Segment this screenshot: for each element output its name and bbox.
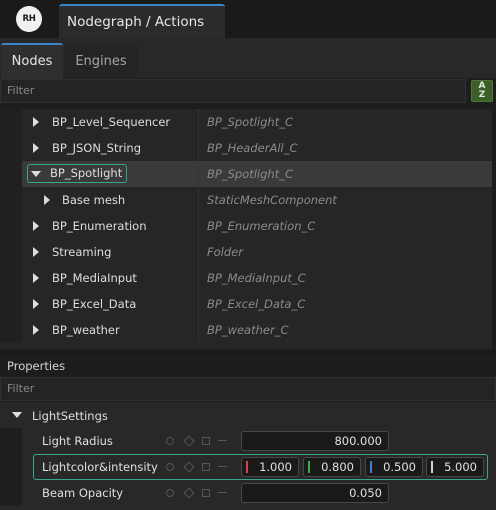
node-name: BP_Enumeration [52,219,147,233]
keyframe-icon[interactable] [183,487,195,499]
property-row-beam-opacity: Beam Opacity 0.050 [0,480,492,506]
link-icon[interactable] [166,489,174,497]
node-name: BP_Level_Sequencer [52,115,171,129]
node-type: BP_Enumeration_C [207,219,316,233]
expand-arrow-icon[interactable] [33,247,39,257]
app-logo: RH [16,6,42,32]
tree-row-bp-excel-data[interactable]: BP_Excel_Data BP_Excel_Data_C [0,291,492,317]
node-type: BP_Spotlight_C [207,167,293,181]
node-name: Base mesh [62,193,126,207]
green-channel-marker [308,461,310,473]
expand-arrow-icon[interactable] [33,221,39,231]
collapse-arrow-icon[interactable] [31,171,41,177]
tab-nodes[interactable]: Nodes [1,43,63,79]
window-tab-nodegraph-actions[interactable]: Nodegraph / Actions [59,4,225,38]
channel-value: 0.800 [321,460,354,474]
node-name-selected: BP_Spotlight [27,164,128,183]
node-name: BP_Excel_Data [52,297,137,311]
tab-engines[interactable]: Engines [64,45,138,79]
node-name: BP_weather [52,323,120,337]
red-channel-marker [246,461,248,473]
square-icon[interactable] [202,437,210,445]
blue-channel-marker [370,461,372,473]
expand-arrow-icon[interactable] [33,299,39,309]
link-icon[interactable] [166,463,174,471]
node-type: BP_Spotlight_C [207,115,293,129]
node-name: BP_JSON_String [52,141,141,155]
node-type: StaticMeshComponent [207,193,337,207]
sort-az-button[interactable]: A Z [471,80,493,102]
node-filter-input[interactable]: Filter [0,79,466,103]
tree-row-bp-mediainput[interactable]: BP_MediaInput BP_MediaInput_C [0,265,492,291]
properties-filter-input[interactable]: Filter [0,377,496,401]
tree-row-bp-enumeration[interactable]: BP_Enumeration BP_Enumeration_C [0,213,492,239]
link-icon[interactable] [166,437,174,445]
property-label: Beam Opacity [42,486,124,500]
channel-value: 5.000 [444,460,477,474]
tree-row-bp-json-string[interactable]: BP_JSON_String BP_HeaderAll_C [0,135,492,161]
tree-row-bp-level-sequencer[interactable]: BP_Level_Sequencer BP_Spotlight_C [0,109,492,135]
property-label: Lightcolor&intensity [42,460,158,474]
tree-scrollbar[interactable] [492,109,496,349]
node-name: BP_Spotlight [50,166,123,180]
node-type: BP_HeaderAll_C [207,141,298,155]
tree-row-base-mesh[interactable]: Base mesh StaticMeshComponent [0,187,492,213]
node-type: Folder [207,245,243,259]
light-radius-field[interactable]: 800.000 [241,431,389,451]
node-name: BP_MediaInput [52,271,137,285]
intensity-channel-marker [431,461,433,473]
beam-opacity-field[interactable]: 0.050 [241,483,389,503]
node-tree: BP_Level_Sequencer BP_Spotlight_C BP_JSO… [0,109,496,349]
color-b-field[interactable]: 0.500 [365,457,423,477]
reset-arrow-icon[interactable] [218,440,227,448]
square-icon[interactable] [202,463,210,471]
panel-splitter[interactable] [0,350,496,354]
tree-row-streaming[interactable]: Streaming Folder [0,239,492,265]
color-g-field[interactable]: 0.800 [303,457,361,477]
property-row-light-radius: Light Radius 800.000 [0,428,492,454]
color-r-field[interactable]: 1.000 [241,457,299,477]
group-label[interactable]: LightSettings [32,409,108,423]
reset-arrow-icon[interactable] [218,492,227,500]
intensity-field[interactable]: 5.000 [426,457,484,477]
expand-arrow-icon[interactable] [33,117,39,127]
node-name: Streaming [52,245,112,259]
expand-arrow-icon[interactable] [44,195,50,205]
tree-row-bp-weather[interactable]: BP_weather BP_weather_C [0,317,492,343]
property-label: Light Radius [42,434,113,448]
sort-az-icon: A Z [478,81,486,100]
node-type: BP_Excel_Data_C [207,297,306,311]
expand-arrow-icon[interactable] [33,325,39,335]
tree-row-bp-spotlight[interactable]: BP_Spotlight BP_Spotlight_C [0,161,492,187]
node-type: BP_MediaInput_C [207,271,306,285]
group-collapse-arrow-icon[interactable] [12,412,22,418]
node-type: BP_weather_C [207,323,289,337]
channel-value: 0.500 [383,460,416,474]
expand-arrow-icon[interactable] [33,143,39,153]
reset-arrow-icon[interactable] [218,466,227,474]
properties-title: Properties [7,359,66,373]
square-icon[interactable] [202,489,210,497]
channel-value: 1.000 [259,460,292,474]
keyframe-icon[interactable] [183,435,195,447]
property-row-lightcolor-intensity: Lightcolor&intensity 1.000 0.800 0.500 5… [0,454,492,480]
expand-arrow-icon[interactable] [33,273,39,283]
properties-panel: LightSettings Light Radius 800.000 Light… [0,402,496,510]
